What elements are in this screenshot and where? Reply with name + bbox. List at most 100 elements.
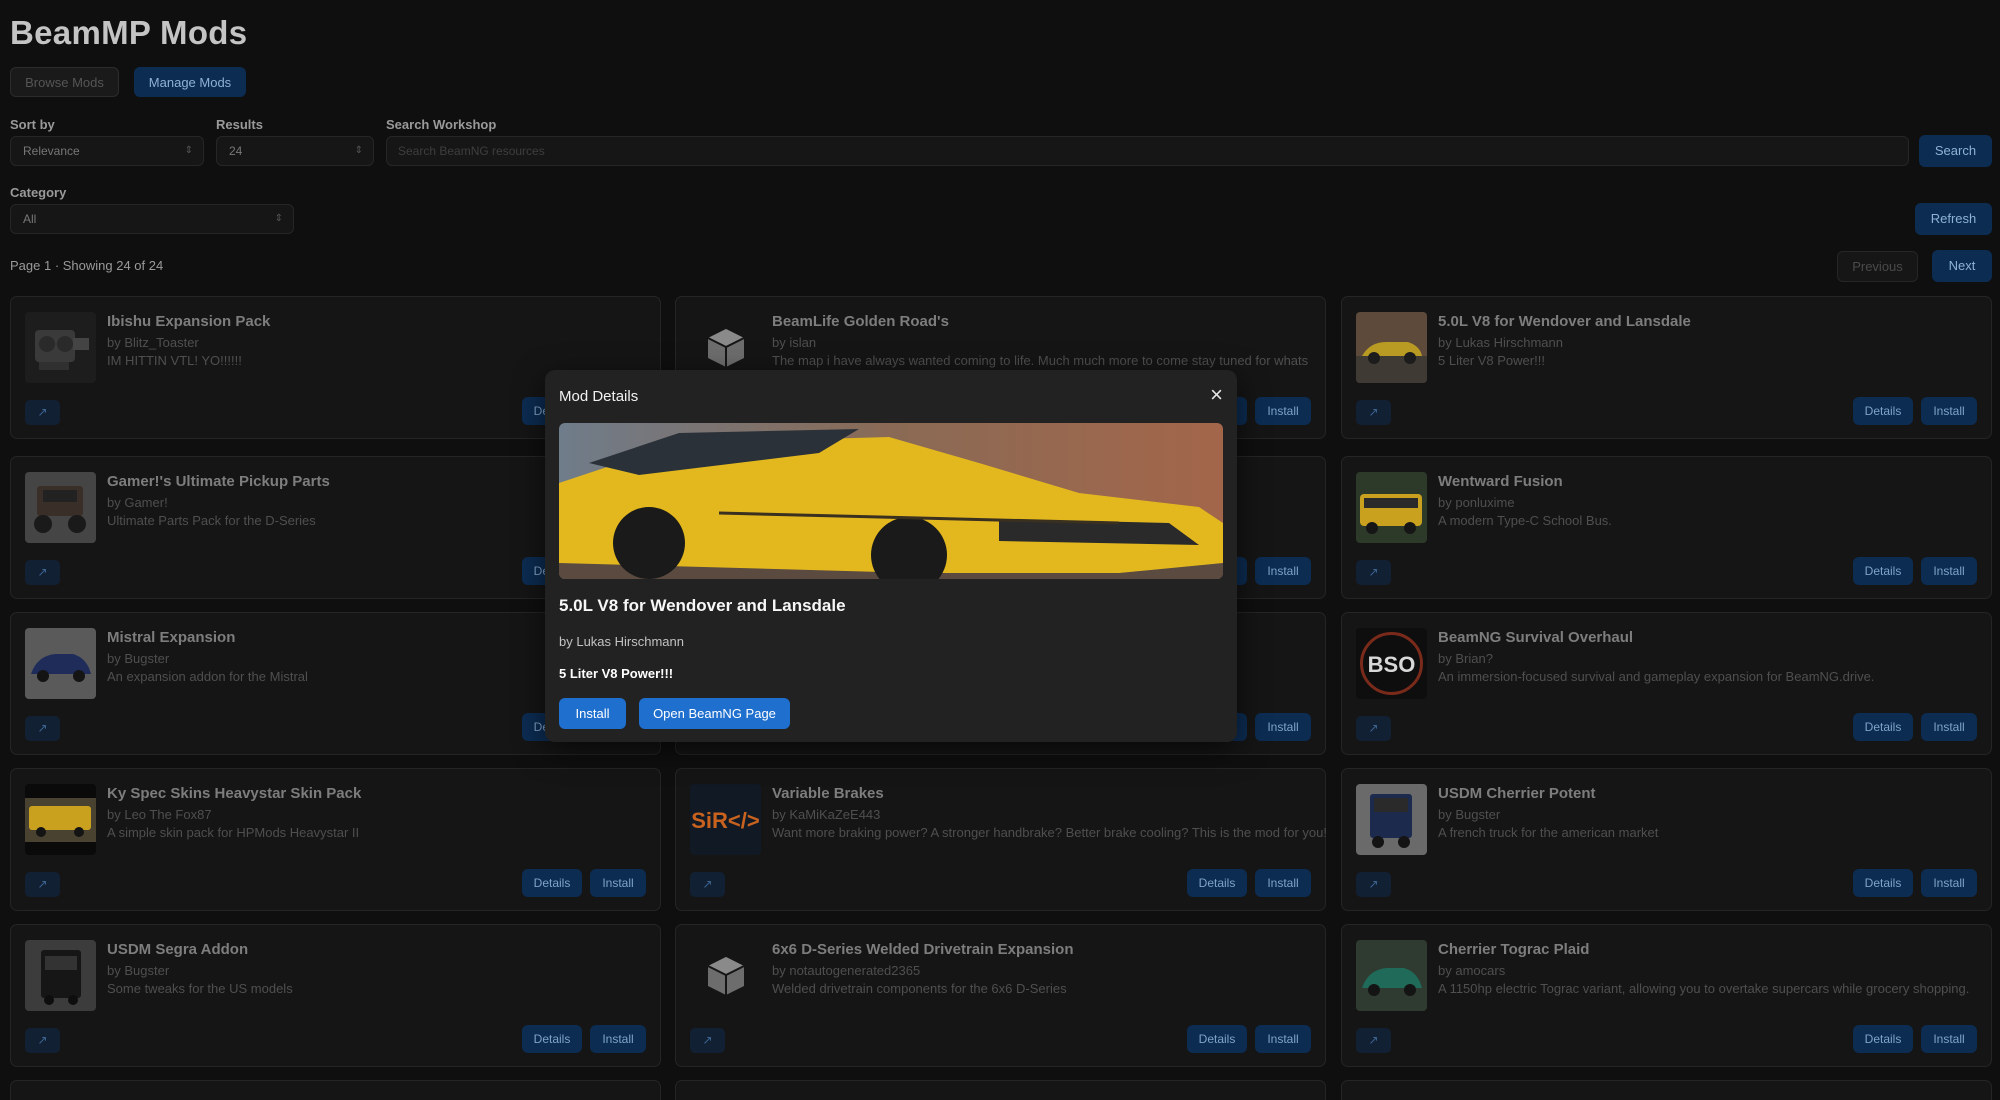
mod-title: USDM Cherrier Potent — [1438, 785, 1596, 802]
pagination-info: Page 1 · Showing 24 of 24 — [10, 258, 164, 273]
install-button[interactable]: Install — [1921, 713, 1977, 741]
external-link-icon[interactable]: ↗ — [1356, 400, 1391, 425]
svg-text:BSO: BSO — [1368, 652, 1416, 677]
results-label: Results — [216, 117, 263, 132]
details-button[interactable]: Details — [1853, 713, 1913, 741]
app-page: BeamMP Mods Browse Mods Manage Mods Sort… — [0, 0, 2000, 1100]
mod-title: USDM Segra Addon — [107, 941, 249, 958]
sort-select[interactable]: Relevance ⇕ — [10, 136, 204, 166]
external-link-icon[interactable]: ↗ — [1356, 1028, 1391, 1053]
updown-chevron-icon: ⇕ — [274, 213, 283, 224]
external-link-icon[interactable]: ↗ — [1356, 716, 1391, 741]
details-button[interactable]: Details — [522, 1025, 582, 1053]
install-button[interactable]: Install — [1255, 557, 1311, 585]
sort-label: Sort by — [10, 117, 55, 132]
external-link-icon[interactable]: ↗ — [1356, 872, 1391, 897]
external-link-icon[interactable]: ↗ — [25, 400, 60, 425]
install-button[interactable]: Install — [1921, 397, 1977, 425]
search-label: Search Workshop — [386, 117, 497, 132]
tab-manage-mods[interactable]: Manage Mods — [134, 67, 246, 97]
install-button[interactable]: Install — [590, 869, 646, 897]
mod-card — [1341, 1080, 1992, 1100]
external-link-icon[interactable]: ↗ — [690, 1028, 725, 1053]
mod-author: by islan — [772, 335, 817, 350]
mod-thumbnail — [25, 940, 96, 1011]
mod-description: A simple skin pack for HPMods Heavystar … — [107, 825, 360, 840]
mod-description: Some tweaks for the US models — [107, 981, 293, 996]
mod-author: by notautogenerated2365 — [772, 963, 921, 978]
details-button[interactable]: Details — [1853, 1025, 1913, 1053]
mod-author: by Bugster — [107, 963, 170, 978]
mod-author: by Lukas Hirschmann — [1438, 335, 1563, 350]
mod-title: Ibishu Expansion Pack — [107, 313, 271, 330]
external-link-icon[interactable]: ↗ — [25, 1028, 60, 1053]
external-link-icon[interactable]: ↗ — [25, 560, 60, 585]
install-button[interactable]: Install — [1255, 713, 1311, 741]
external-link-icon[interactable]: ↗ — [25, 716, 60, 741]
previous-page-button[interactable]: Previous — [1837, 251, 1918, 282]
mod-card: 6x6 D-Series Welded Drivetrain Expansion… — [675, 924, 1326, 1067]
mod-preview-image — [559, 423, 1223, 579]
mod-description: Want more braking power? A stronger hand… — [772, 825, 1327, 840]
mod-title: Cherrier Tograc Plaid — [1438, 941, 1590, 958]
mod-author: by Leo The Fox87 — [107, 807, 212, 822]
box-icon — [690, 940, 761, 1011]
mod-author: by ponluxime — [1438, 495, 1515, 510]
next-page-button[interactable]: Next — [1932, 250, 1992, 282]
search-button[interactable]: Search — [1919, 135, 1992, 167]
mod-description: Welded drivetrain components for the 6x6… — [772, 981, 1067, 996]
install-button[interactable]: Install — [559, 698, 626, 729]
refresh-button[interactable]: Refresh — [1915, 203, 1992, 235]
mod-description: 5 Liter V8 Power!!! — [559, 666, 674, 681]
mod-title: 6x6 D-Series Welded Drivetrain Expansion — [772, 941, 1074, 958]
results-select[interactable]: 24 ⇕ — [216, 136, 374, 166]
install-button[interactable]: Install — [1921, 1025, 1977, 1053]
mod-description: A french truck for the american market — [1438, 825, 1659, 840]
mod-title: Gamer!'s Ultimate Pickup Parts — [107, 473, 330, 490]
updown-chevron-icon: ⇕ — [354, 145, 363, 156]
mod-title: Variable Brakes — [772, 785, 884, 802]
open-beamng-page-button[interactable]: Open BeamNG Page — [639, 698, 790, 729]
external-link-icon[interactable]: ↗ — [1356, 560, 1391, 585]
search-input[interactable] — [386, 136, 1909, 166]
install-button[interactable]: Install — [1921, 869, 1977, 897]
mod-author: by Bugster — [1438, 807, 1501, 822]
details-button[interactable]: Details — [1853, 397, 1913, 425]
mod-card: USDM Segra Addon by Bugster Some tweaks … — [10, 924, 661, 1067]
mod-card: Ky Spec Skins Heavystar Skin Pack by Leo… — [10, 768, 661, 911]
mod-thumbnail — [25, 472, 96, 543]
close-icon[interactable]: × — [1210, 382, 1223, 408]
mod-thumbnail — [25, 312, 96, 383]
install-button[interactable]: Install — [1255, 869, 1311, 897]
mod-card — [10, 1080, 661, 1100]
install-button[interactable]: Install — [1921, 557, 1977, 585]
details-button[interactable]: Details — [1853, 557, 1913, 585]
details-button[interactable]: Details — [1187, 869, 1247, 897]
svg-text:SiR</>: SiR</> — [691, 808, 759, 833]
details-button[interactable]: Details — [1187, 1025, 1247, 1053]
install-button[interactable]: Install — [1255, 1025, 1311, 1053]
sort-select-value: Relevance — [23, 144, 80, 158]
mod-card: 5.0L V8 for Wendover and Lansdale by Luk… — [1341, 296, 1992, 439]
external-link-icon[interactable]: ↗ — [690, 872, 725, 897]
mod-title: BeamLife Golden Road's — [772, 313, 949, 330]
mod-thumbnail — [1356, 312, 1427, 383]
category-label: Category — [10, 185, 67, 200]
mod-card — [675, 1080, 1326, 1100]
external-link-icon[interactable]: ↗ — [25, 872, 60, 897]
mod-card: SiR</> Variable Brakes by KaMiKaZeE443 W… — [675, 768, 1327, 911]
details-button[interactable]: Details — [522, 869, 582, 897]
mod-thumbnail — [1356, 472, 1427, 543]
install-button[interactable]: Install — [590, 1025, 646, 1053]
category-select[interactable]: All ⇕ — [10, 204, 294, 234]
mod-author: by KaMiKaZeE443 — [772, 807, 881, 822]
details-button[interactable]: Details — [1853, 869, 1913, 897]
mod-card: Wentward Fusion by ponluxime A modern Ty… — [1341, 456, 1992, 599]
mod-description: A 1150hp electric Tograc variant, allowi… — [1438, 981, 1970, 996]
tab-browse-mods[interactable]: Browse Mods — [10, 67, 119, 97]
mod-author: by Lukas Hirschmann — [559, 634, 684, 649]
install-button[interactable]: Install — [1255, 397, 1311, 425]
category-select-value: All — [23, 212, 37, 226]
mod-author: by Blitz_Toaster — [107, 335, 199, 350]
mod-thumbnail: SiR</> — [690, 784, 761, 855]
